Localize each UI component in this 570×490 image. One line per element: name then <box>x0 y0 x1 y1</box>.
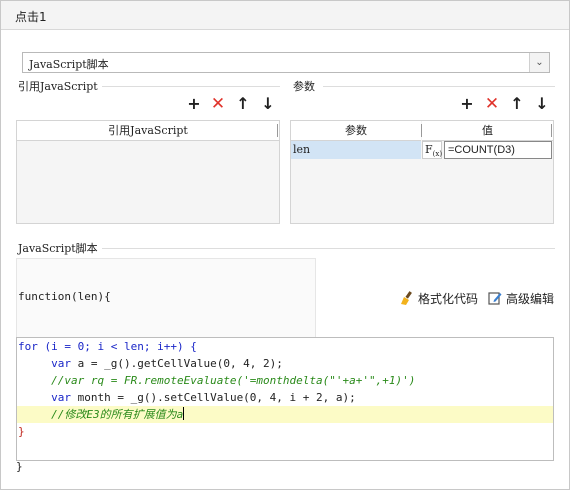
format-code-button[interactable]: 格式化代码 <box>400 290 478 307</box>
param-move-down-button[interactable]: ↓ <box>534 96 550 112</box>
ref-js-separator <box>102 86 280 87</box>
edit-icon <box>488 292 502 305</box>
ref-js-column-header: 引用JavaScript <box>17 121 279 141</box>
broom-icon <box>401 291 412 305</box>
code-line-current: //修改E3的所有扩展值为a <box>17 406 553 423</box>
code-editor[interactable]: for (i = 0; i < len; i++) { var a = _g()… <box>16 337 554 461</box>
code-line: //var rq = FR.remoteEvaluate('=monthdelt… <box>51 374 416 387</box>
code-line: } <box>18 425 25 438</box>
advanced-edit-button[interactable]: 高级编辑 <box>488 290 554 307</box>
code-line: var month = _g().setCellValue(0, 4, i + … <box>51 391 356 404</box>
param-value-column-header: 值 <box>422 121 553 141</box>
ref-move-down-button[interactable]: ↓ <box>260 96 276 112</box>
formula-icon[interactable]: F(x) <box>422 141 442 159</box>
param-name-cell[interactable]: len <box>291 141 421 159</box>
params-section-label: 参数 <box>293 80 315 93</box>
script-type-value: JavaScript脚本 <box>29 58 109 71</box>
code-line: for (i = 0; i < len; i++) { <box>18 340 197 353</box>
script-separator <box>102 248 555 249</box>
script-type-select[interactable]: JavaScript脚本 ⌄ <box>22 52 550 73</box>
chevron-down-icon[interactable]: ⌄ <box>529 53 549 72</box>
params-table: 参数 值 len F(x) =COUNT(D3) <box>290 120 554 224</box>
function-closing-brace: } <box>16 460 23 473</box>
column-divider <box>551 124 552 137</box>
ref-delete-button[interactable]: ✕ <box>210 96 226 113</box>
dialog-title: 点击1 <box>15 10 47 24</box>
script-section-label: JavaScript脚本 <box>18 242 98 255</box>
advanced-edit-label: 高级编辑 <box>506 292 555 306</box>
param-delete-button[interactable]: ✕ <box>484 96 500 113</box>
ref-add-button[interactable]: + <box>186 96 202 112</box>
param-value-input[interactable]: =COUNT(D3) <box>444 141 552 159</box>
code-line: var a = _g().getCellValue(0, 4, 2); <box>51 357 283 370</box>
ref-js-table: 引用JavaScript <box>16 120 280 224</box>
ref-move-up-button[interactable]: ↑ <box>235 96 251 112</box>
format-code-label: 格式化代码 <box>418 292 479 306</box>
param-add-button[interactable]: + <box>459 96 475 112</box>
param-move-up-button[interactable]: ↑ <box>509 96 525 112</box>
params-separator <box>323 86 555 87</box>
column-divider <box>277 124 278 137</box>
dialog-title-bar: 点击1 <box>1 1 569 30</box>
param-name-column-header: 参数 <box>291 121 421 141</box>
table-row[interactable]: len F(x) =COUNT(D3) <box>291 141 553 159</box>
ref-js-section-label: 引用JavaScript <box>18 80 98 93</box>
text-caret <box>183 407 185 420</box>
function-signature: function(len){ <box>18 290 111 303</box>
